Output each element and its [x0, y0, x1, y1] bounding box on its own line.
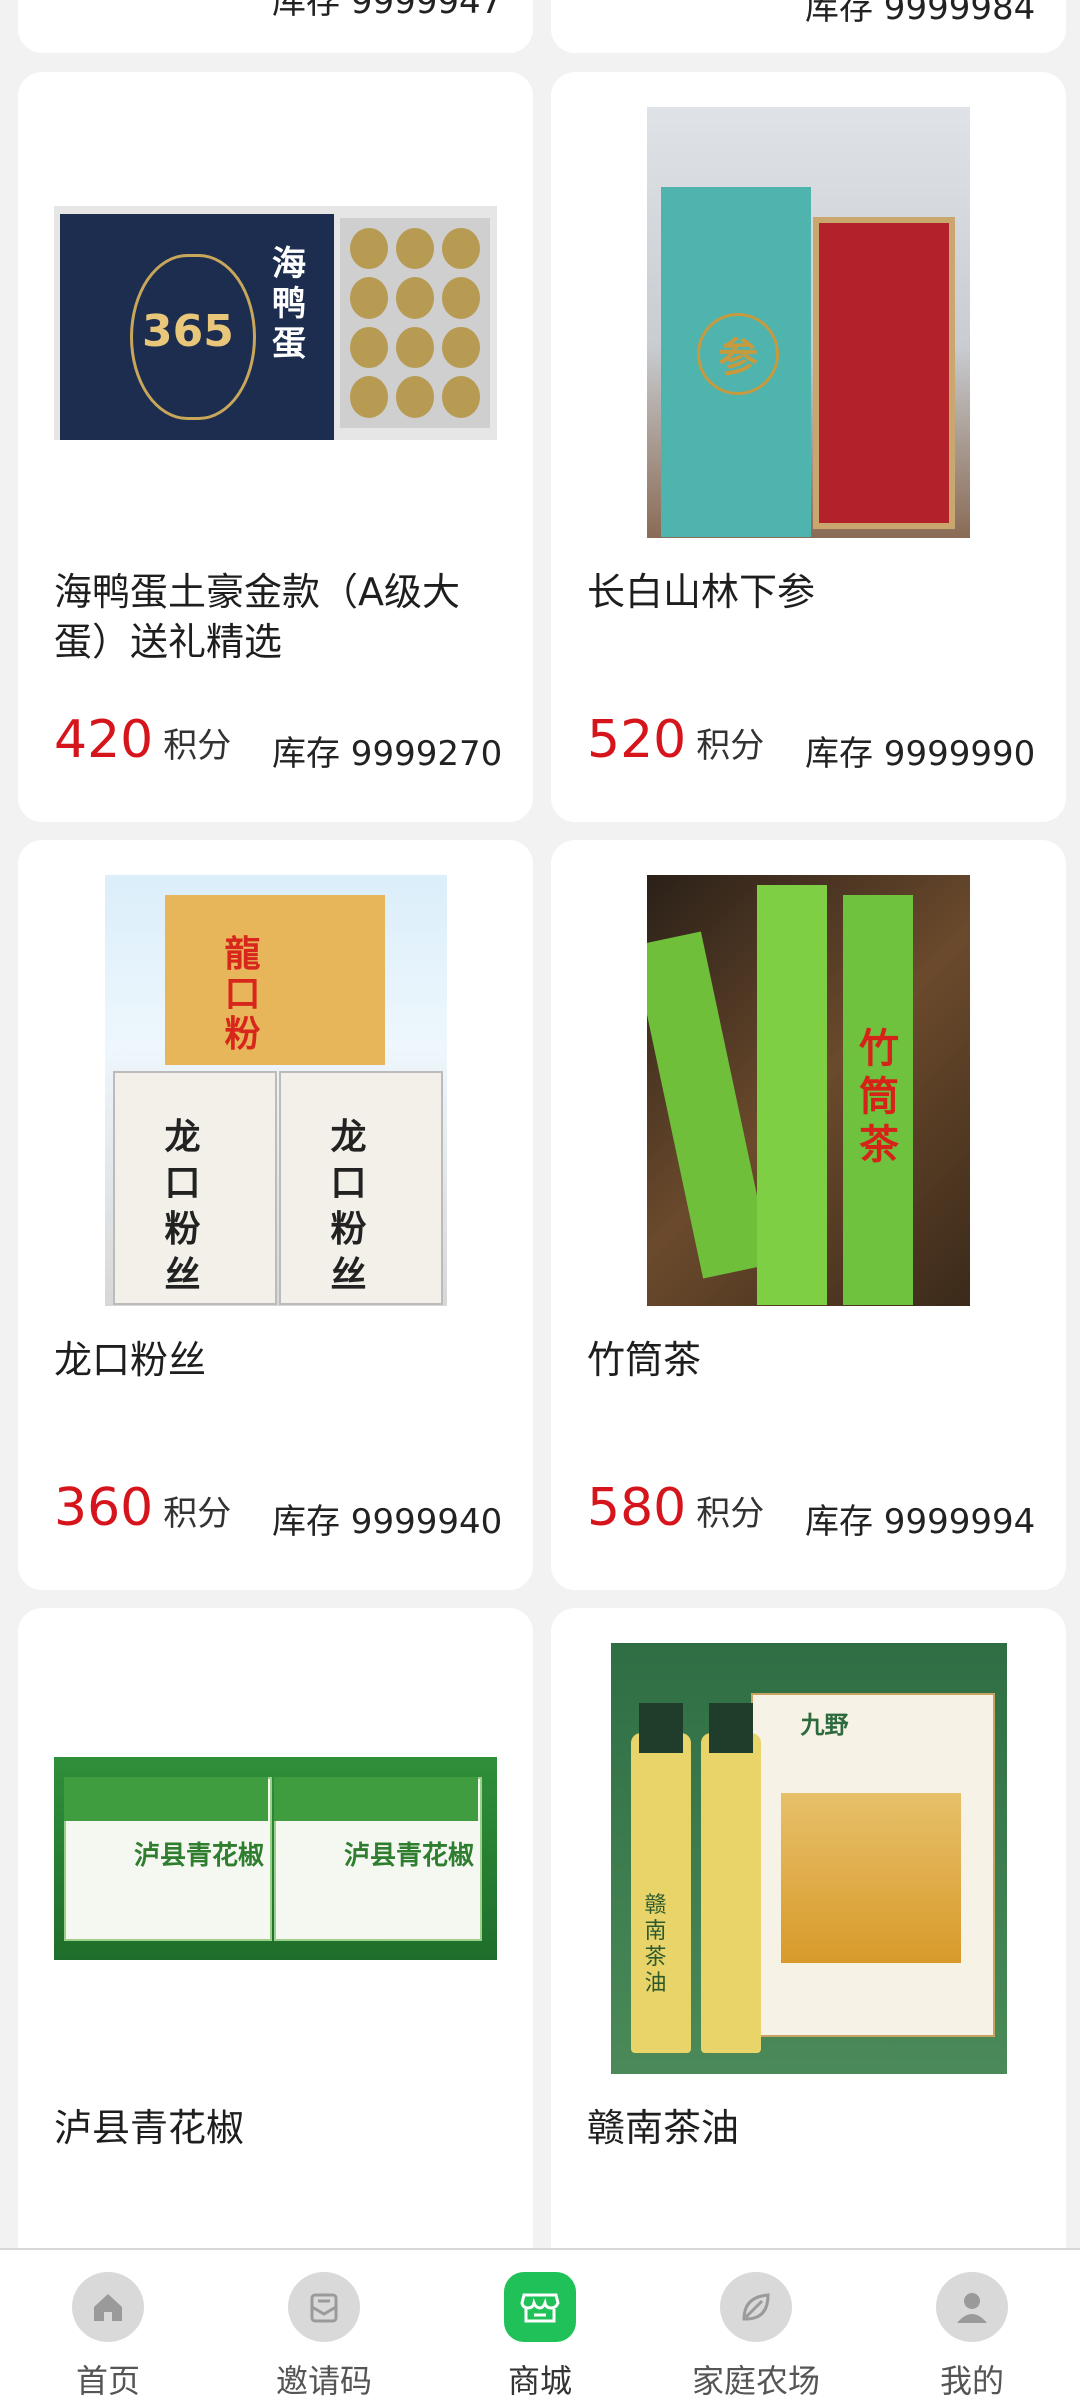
product-image: 竹筒茶: [587, 875, 1030, 1306]
product-image: 参: [587, 107, 1030, 538]
user-icon: [936, 2272, 1008, 2342]
product-name: 赣南茶油: [587, 2106, 740, 2150]
nav-item-store[interactable]: 商城: [432, 2250, 648, 2402]
nav-label: 我的: [939, 2362, 1004, 2400]
product-name: 长白山林下参: [587, 570, 816, 614]
product-image: 龍口粉 龙口粉丝 龙口粉丝: [54, 875, 497, 1306]
product-stock: 库存 9999940: [272, 1502, 503, 1542]
nav-label: 首页: [75, 2362, 140, 2400]
product-stock: 库存 9999270: [272, 734, 503, 774]
home-icon: [72, 2272, 144, 2342]
product-image: 泸县青花椒 泸县青花椒: [54, 1643, 497, 2074]
store-icon: [504, 2272, 576, 2342]
points-value: 580 积分: [587, 1478, 765, 1538]
product-name: 竹筒茶: [587, 1338, 702, 1382]
nav-item-invite-code[interactable]: 邀请码: [216, 2250, 432, 2402]
nav-item-family-farm[interactable]: 家庭农场: [648, 2250, 864, 2402]
image-caption: 365: [142, 305, 234, 357]
nav-label: 商城: [507, 2362, 572, 2400]
product-card-partial-left[interactable]: 库存 9999947: [18, 0, 533, 53]
price-row: 360 积分 库存 9999940: [54, 1478, 514, 1550]
product-stock: 库存 9999984: [805, 0, 1036, 28]
image-caption: 龍口粉: [224, 934, 261, 1055]
image-caption: 参: [718, 335, 758, 381]
leaf-icon: [720, 2272, 792, 2342]
product-stock: 库存 9999990: [805, 734, 1036, 774]
product-grid[interactable]: 库存 9999947 库存 9999984 365 海鸭蛋 海鸭蛋土豪金款（A级…: [0, 0, 1080, 2248]
product-stock: 库存 9999994: [805, 1502, 1036, 1542]
points-value: 360 积分: [54, 1478, 232, 1538]
product-card[interactable]: 竹筒茶 竹筒茶 580 积分 库存 9999994: [551, 840, 1066, 1590]
price-row: 420 积分 库存 9999270: [54, 710, 514, 782]
nav-label: 邀请码: [275, 2362, 372, 2400]
product-card[interactable]: 365 海鸭蛋 海鸭蛋土豪金款（A级大蛋）送礼精选 420 积分 库存 99992…: [18, 72, 533, 822]
price-row: 580 积分 库存 9999994: [587, 1478, 1047, 1550]
nav-item-mine[interactable]: 我的: [864, 2250, 1080, 2402]
product-image: 365 海鸭蛋: [54, 107, 497, 538]
product-card[interactable]: 九野 赣南茶油 赣南茶油: [551, 1608, 1066, 2248]
product-card[interactable]: 龍口粉 龙口粉丝 龙口粉丝 龙口粉丝 360 积分 库存 9999940: [18, 840, 533, 1590]
points-value: 420 积分: [54, 710, 232, 770]
product-card-partial-right[interactable]: 库存 9999984: [551, 0, 1066, 53]
image-caption: 海鸭蛋: [272, 243, 306, 364]
product-image: 九野 赣南茶油: [587, 1643, 1030, 2074]
image-caption: 竹筒茶: [859, 1026, 899, 1168]
product-name: 海鸭蛋土豪金款（A级大蛋）送礼精选: [54, 570, 460, 664]
product-name: 龙口粉丝: [54, 1338, 207, 1382]
product-card[interactable]: 泸县青花椒 泸县青花椒 泸县青花椒: [18, 1608, 533, 2248]
points-value: 520 积分: [587, 710, 765, 770]
nav-item-home[interactable]: 首页: [0, 2250, 216, 2402]
price-row: 520 积分 库存 9999990: [587, 710, 1047, 782]
image-caption: 泸县青花椒: [134, 1841, 265, 1871]
image-caption: 九野: [800, 1711, 849, 1739]
product-stock: 库存 9999947: [272, 0, 503, 22]
invite-code-icon: [288, 2272, 360, 2342]
nav-label: 家庭农场: [691, 2362, 820, 2400]
product-name: 泸县青花椒: [54, 2106, 245, 2150]
bottom-nav: 首页 邀请码 商城 家庭农场 我的: [0, 2248, 1080, 2402]
product-card[interactable]: 参 长白山林下参 520 积分 库存 9999990: [551, 72, 1066, 822]
image-caption: 赣南茶油: [644, 1893, 667, 1996]
